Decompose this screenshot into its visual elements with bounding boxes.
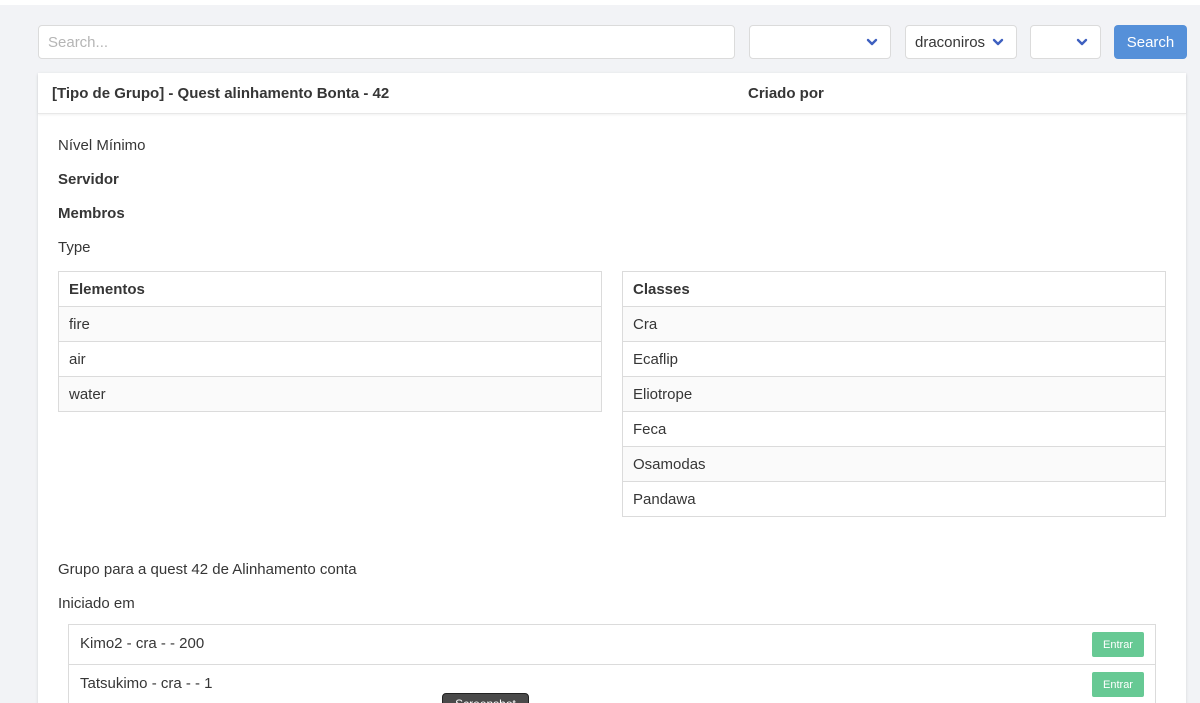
- member-row: Kimo2 - cra - - 200 Entrar: [68, 624, 1156, 665]
- group-description: Grupo para a quest 42 de Alinhamento con…: [58, 561, 357, 578]
- elements-table: Elementos fire air water: [58, 271, 602, 412]
- filter-select-server[interactable]: draconiros: [905, 25, 1017, 59]
- elements-header: Elementos: [58, 271, 602, 307]
- classes-header: Classes: [622, 271, 1166, 307]
- started-at-label: Iniciado em: [58, 595, 135, 612]
- server-label: Servidor: [58, 171, 119, 188]
- search-button[interactable]: Search: [1114, 25, 1187, 59]
- type-label: Type: [58, 239, 91, 256]
- table-row: air: [58, 341, 602, 377]
- group-card: [Tipo de Grupo] - Quest alinhamento Bont…: [38, 73, 1186, 703]
- member-name: Tatsukimo - cra - - 1: [80, 675, 213, 692]
- filter-select-1[interactable]: [749, 25, 891, 59]
- chevron-down-icon: [866, 38, 878, 46]
- table-row: fire: [58, 306, 602, 342]
- table-row: Feca: [622, 411, 1166, 447]
- table-row: Pandawa: [622, 481, 1166, 517]
- classes-table: Classes Cra Ecaflip Eliotrope Feca Osamo…: [622, 271, 1166, 517]
- table-row: Ecaflip: [622, 341, 1166, 377]
- chevron-down-icon: [992, 38, 1004, 46]
- min-level-label: Nível Mínimo: [58, 137, 146, 154]
- table-row: Osamodas: [622, 446, 1166, 482]
- screenshot-tooltip: Screenshot: [442, 693, 529, 703]
- created-by-label: Criado por: [748, 85, 824, 102]
- card-title: [Tipo de Grupo] - Quest alinhamento Bont…: [52, 85, 390, 102]
- members-label: Membros: [58, 205, 125, 222]
- top-strip: [0, 0, 1200, 5]
- chevron-down-icon: [1076, 38, 1088, 46]
- table-row: Cra: [622, 306, 1166, 342]
- member-name: Kimo2 - cra - - 200: [80, 635, 205, 652]
- member-row: Tatsukimo - cra - - 1 Entrar: [68, 664, 1156, 703]
- enter-button[interactable]: Entrar: [1092, 672, 1144, 697]
- enter-button[interactable]: Entrar: [1092, 632, 1144, 657]
- filter-select-3[interactable]: [1030, 25, 1101, 59]
- filter-select-server-value: draconiros: [915, 33, 986, 51]
- table-row: Eliotrope: [622, 376, 1166, 412]
- card-header: [Tipo de Grupo] - Quest alinhamento Bont…: [38, 73, 1186, 114]
- search-input[interactable]: [38, 25, 735, 59]
- table-row: water: [58, 376, 602, 412]
